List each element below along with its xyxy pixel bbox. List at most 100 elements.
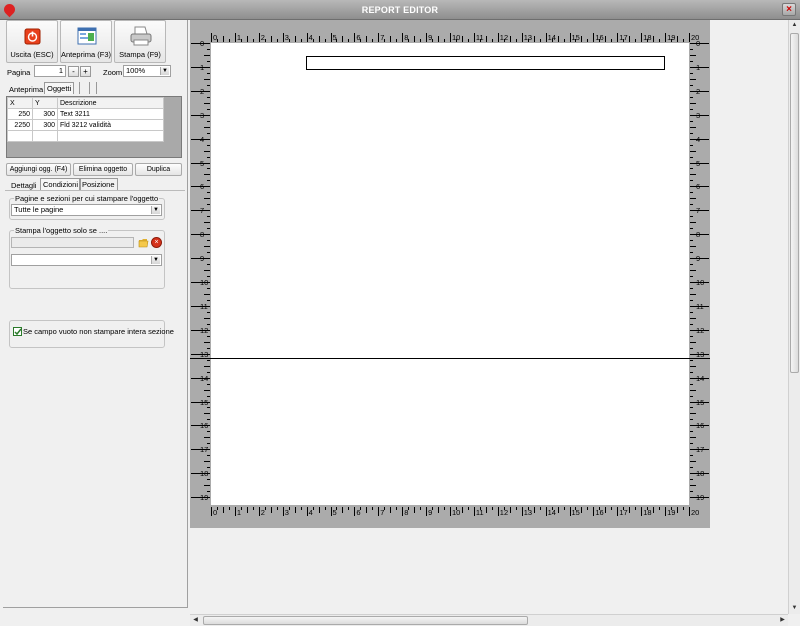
close-window-button[interactable]: ×	[782, 3, 796, 16]
vertical-scroll-thumb[interactable]	[790, 33, 799, 373]
ruler-label: 12	[696, 325, 705, 335]
ruler-tick-minor	[207, 323, 210, 325]
ruler-tick-minor	[587, 39, 589, 42]
delete-object-button[interactable]: Elimina oggetto	[73, 163, 133, 176]
scroll-up-icon[interactable]: ▲	[789, 20, 800, 31]
ruler-label: 11	[696, 301, 704, 311]
table-row[interactable]: 2250 300 Fld 3212 validità	[7, 119, 164, 131]
ruler-tick-minor	[372, 39, 374, 42]
page-decrement-button[interactable]: -	[68, 66, 79, 77]
ruler-tick-minor	[479, 39, 481, 42]
page-increment-button[interactable]: +	[80, 66, 91, 77]
ruler-label: 3	[200, 110, 205, 120]
folder-open-icon[interactable]	[138, 237, 149, 248]
print-button[interactable]: Stampa (F9)	[114, 20, 166, 63]
table-row-empty[interactable]	[7, 130, 164, 142]
ruler-label: 14	[200, 373, 209, 383]
ruler-tick	[330, 507, 332, 516]
ruler-tick	[545, 507, 547, 516]
zoom-select[interactable]: 100% ▼	[123, 65, 171, 77]
ruler-tick-minor	[690, 431, 693, 433]
exit-button[interactable]: Uscita (ESC)	[6, 20, 58, 63]
ruler-tick	[665, 507, 667, 516]
ruler-tick-minor	[207, 120, 210, 122]
condition-select[interactable]: ▼	[11, 254, 162, 266]
section-separator[interactable]	[190, 358, 710, 359]
ruler-tick-minor	[204, 461, 210, 463]
ruler-tick-minor	[485, 507, 487, 513]
ruler-label: 1	[696, 62, 701, 72]
scroll-right-icon[interactable]: ▶	[777, 615, 788, 626]
ruler-tick-minor	[207, 96, 210, 98]
ruler-tick-minor	[690, 150, 696, 152]
tab-condizioni[interactable]: Condizioni	[40, 178, 82, 190]
ruler-tick-minor	[690, 78, 696, 80]
ruler-tick-minor	[629, 507, 631, 513]
ruler-tick-minor	[659, 39, 661, 42]
report-page[interactable]	[211, 43, 689, 505]
report-object-box[interactable]	[306, 56, 665, 70]
empty-field-checkbox[interactable]	[13, 327, 22, 336]
ruler-tick-minor	[527, 507, 529, 510]
horizontal-scroll-thumb[interactable]	[203, 616, 528, 625]
ruler-tick-minor	[551, 507, 553, 510]
ruler-tick-minor	[207, 240, 210, 242]
tab-oggetti[interactable]: Oggetti	[44, 82, 75, 94]
tab-empty-1[interactable]	[79, 82, 87, 94]
tab-anteprima[interactable]: Anteprima	[7, 84, 45, 95]
ruler-tick-minor	[587, 507, 589, 510]
cell-y: 300	[32, 108, 58, 120]
ruler-tick	[306, 507, 308, 516]
scroll-left-icon[interactable]: ◀	[190, 615, 201, 626]
ruler-tick-minor	[207, 395, 210, 397]
ruler-tick-minor	[647, 507, 649, 510]
column-header-y[interactable]: Y	[32, 97, 58, 109]
ruler-tick-minor	[690, 365, 696, 367]
column-header-x[interactable]: X	[7, 97, 33, 109]
objects-table[interactable]: X Y Descrizione 250 300 Text 3211 2250 3…	[6, 96, 182, 158]
table-row[interactable]: 250 300 Text 3211	[7, 108, 164, 120]
ruler-tick-minor	[432, 39, 434, 42]
ruler-label: 6	[200, 182, 205, 192]
ruler-label: 13	[696, 349, 705, 359]
pages-select[interactable]: Tutte le pagine ▼	[11, 204, 162, 216]
ruler-tick-minor	[647, 39, 649, 42]
horizontal-scrollbar[interactable]: ◀ ▶	[190, 614, 788, 626]
condition-field[interactable]	[11, 237, 134, 248]
ruler-tick-minor	[324, 39, 326, 42]
ruler-tick-minor	[246, 36, 248, 42]
ruler-tick-minor	[690, 276, 693, 278]
duplicate-button[interactable]: Duplica	[135, 163, 182, 176]
ruler-tick-minor	[207, 132, 210, 134]
tab-empty-2[interactable]	[89, 82, 97, 94]
ruler-tick-minor	[207, 407, 210, 409]
scroll-down-icon[interactable]: ▼	[789, 603, 800, 614]
add-object-button[interactable]: Aggiungi ogg. (F4)	[6, 163, 71, 176]
ruler-label: 14	[696, 373, 705, 383]
ruler-tick-minor	[207, 443, 210, 445]
ruler-tick-minor	[324, 507, 326, 510]
page-number-field[interactable]: 1	[34, 65, 66, 77]
ruler-tick-minor	[557, 36, 559, 42]
ruler-tick-minor	[690, 455, 693, 457]
ruler-label: 3	[696, 110, 701, 120]
ruler-tick-minor	[276, 39, 278, 42]
ruler-tick-minor	[690, 54, 696, 56]
ruler-tick-minor	[690, 216, 693, 218]
clear-condition-icon[interactable]: ×	[151, 237, 162, 248]
vertical-scrollbar[interactable]: ▲ ▼	[788, 20, 800, 614]
ruler-tick-minor	[635, 507, 637, 510]
ruler-tick	[402, 33, 404, 42]
ruler-tick-minor	[690, 467, 693, 469]
empty-field-label[interactable]: Se campo vuoto non stampare intera sezio…	[23, 327, 174, 336]
ruler-tick-minor	[318, 507, 320, 513]
ruler-tick-minor	[207, 60, 210, 62]
ruler-tick-minor	[204, 54, 210, 56]
ruler-label: 2	[200, 86, 205, 96]
ruler-tick-minor	[432, 507, 434, 510]
column-header-description[interactable]: Descrizione	[57, 97, 164, 109]
ruler-tick-minor	[264, 39, 266, 42]
preview-button[interactable]: Anteprima (F3)	[60, 20, 112, 63]
ruler-tick	[306, 33, 308, 42]
tab-posizione[interactable]: Posizione	[79, 178, 118, 190]
